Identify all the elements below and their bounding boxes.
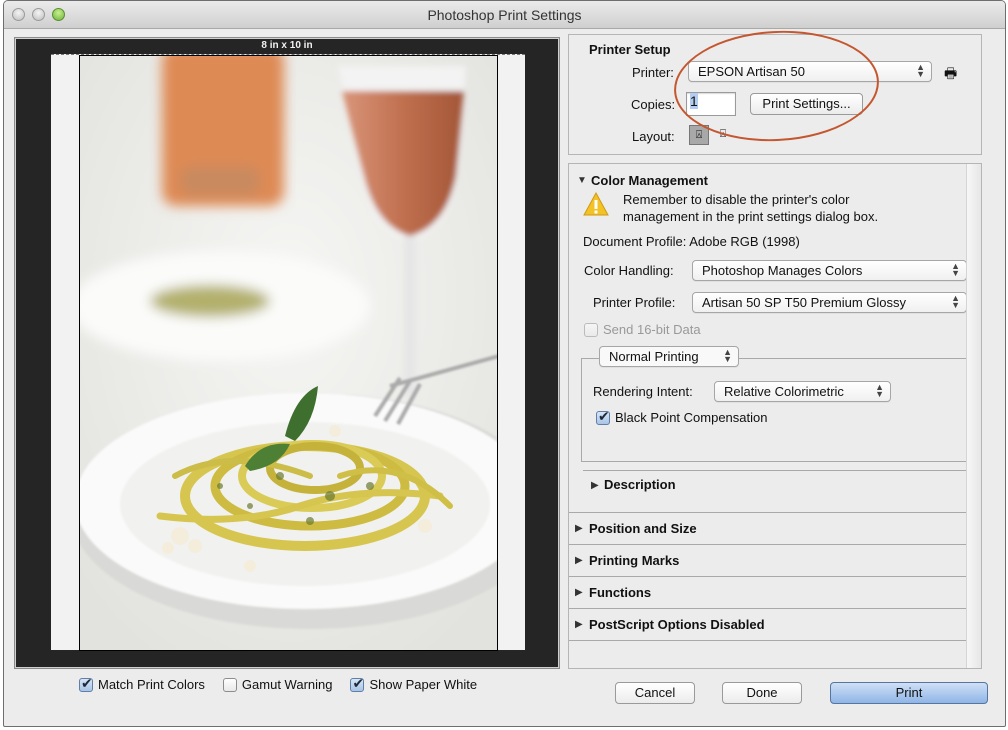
black-point-option[interactable]: Black Point Compensation: [596, 408, 768, 425]
document-profile-text: Document Profile: Adobe RGB (1998): [583, 234, 800, 249]
printer-profile-select[interactable]: Artisan 50 SP T50 Premium Glossy ▲ ▼: [692, 292, 967, 313]
printing-mode-select[interactable]: Normal Printing ▲ ▼: [599, 346, 739, 367]
paper-sheet: [51, 54, 525, 651]
warning-text-line1: Remember to disable the printer's color: [623, 192, 850, 207]
printer-profile-value: Artisan 50 SP T50 Premium Glossy: [702, 295, 906, 310]
layout-label: Layout:: [632, 129, 675, 144]
done-button[interactable]: Done: [722, 682, 802, 704]
section-position-size[interactable]: ▶ Position and Size: [569, 512, 967, 544]
gamut-warning-option[interactable]: Gamut Warning: [222, 677, 333, 692]
color-management-title[interactable]: Color Management: [591, 173, 708, 188]
gamut-warning-label: Gamut Warning: [241, 677, 333, 692]
cancel-button[interactable]: Cancel: [615, 682, 695, 704]
printer-setup-panel: Printer Setup Printer: EPSON Artisan 50 …: [568, 34, 982, 155]
section-label: Position and Size: [589, 521, 697, 536]
warning-icon: [583, 192, 609, 216]
preview-image[interactable]: [79, 55, 498, 651]
section-label: Printing Marks: [589, 553, 680, 568]
layout-landscape-icon[interactable]: ⍓: [713, 125, 733, 145]
warning-text-line2: management in the print settings dialog …: [623, 209, 879, 224]
print-settings-button[interactable]: Print Settings...: [750, 93, 863, 115]
preview-options: Match Print Colors Gamut Warning Show Pa…: [79, 675, 478, 692]
rendering-intent-value: Relative Colorimetric: [724, 384, 844, 399]
paper-size-label: 8 in x 10 in: [261, 40, 313, 51]
copies-input[interactable]: 1: [686, 92, 736, 116]
send-16bit-checkbox: [584, 322, 598, 337]
section-functions[interactable]: ▶ Functions: [569, 576, 967, 608]
rendering-intent-select[interactable]: Relative Colorimetric ▲ ▼: [714, 381, 891, 402]
show-paper-white-option[interactable]: Show Paper White: [350, 675, 478, 692]
show-paper-white-checkbox[interactable]: [350, 675, 365, 692]
disclosure-closed-icon[interactable]: ▶: [591, 480, 599, 491]
pasta-photo: [80, 56, 497, 650]
popup-arrows-icon: ▲ ▼: [723, 347, 732, 364]
title-bar[interactable]: Photoshop Print Settings: [4, 1, 1005, 29]
divider: [583, 470, 971, 471]
print-preview: 8 in x 10 in: [14, 37, 560, 669]
printing-mode-value: Normal Printing: [609, 349, 699, 364]
copies-value: 1: [690, 93, 698, 109]
printer-add-icon[interactable]: 🖶: [944, 63, 957, 87]
section-printing-marks[interactable]: ▶ Printing Marks: [569, 544, 967, 576]
vertical-scrollbar[interactable]: [966, 164, 981, 668]
color-handling-value: Photoshop Manages Colors: [702, 263, 863, 278]
popup-arrows-icon: ▲ ▼: [951, 293, 960, 310]
settings-scroll-area[interactable]: ▼ Color Management Remember to disable t…: [568, 163, 982, 669]
print-button[interactable]: Print: [830, 682, 988, 704]
printer-label: Printer:: [632, 65, 674, 80]
section-label: Functions: [589, 585, 652, 600]
printer-profile-label: Printer Profile:: [593, 295, 676, 310]
show-paper-white-label: Show Paper White: [369, 677, 478, 692]
disclosure-closed-icon: ▶: [575, 555, 583, 566]
color-handling-select[interactable]: Photoshop Manages Colors ▲ ▼: [692, 260, 967, 281]
section-postscript-options[interactable]: ▶ PostScript Options Disabled: [569, 608, 967, 640]
send-16bit-label: Send 16-bit Data: [603, 322, 701, 337]
black-point-label: Black Point Compensation: [615, 410, 768, 425]
match-print-colors-label: Match Print Colors: [98, 677, 205, 692]
match-print-colors-option[interactable]: Match Print Colors: [79, 675, 205, 692]
popup-arrows-icon: ▲ ▼: [951, 261, 960, 278]
print-settings-window: Photoshop Print Settings 8 in x 10 in ✔ …: [3, 0, 1006, 727]
send-16bit-option: Send 16-bit Data: [584, 322, 701, 337]
black-point-checkbox[interactable]: [596, 408, 610, 425]
printer-setup-title: Printer Setup: [589, 42, 671, 57]
section-label: PostScript Options Disabled: [589, 617, 765, 632]
disclosure-closed-icon: ▶: [575, 587, 583, 598]
match-print-colors-checkbox[interactable]: [79, 675, 93, 692]
window-title: Photoshop Print Settings: [427, 7, 582, 23]
popup-arrows-icon: ▲ ▼: [916, 62, 925, 79]
description-toggle[interactable]: Description: [604, 477, 676, 492]
copies-label: Copies:: [631, 97, 676, 112]
disclosure-open-icon[interactable]: ▼: [577, 175, 587, 186]
divider: [569, 640, 967, 641]
color-handling-label: Color Handling:: [584, 263, 674, 278]
disclosure-closed-icon: ▶: [575, 523, 583, 534]
gamut-warning-checkbox[interactable]: [222, 677, 237, 692]
disclosure-closed-icon: ▶: [575, 619, 583, 630]
printer-select[interactable]: EPSON Artisan 50 ▲ ▼: [688, 61, 932, 82]
printer-select-value: EPSON Artisan 50: [698, 64, 805, 79]
popup-arrows-icon: ▲ ▼: [875, 382, 884, 399]
layout-portrait-icon[interactable]: ⍓: [689, 125, 709, 145]
rendering-intent-label: Rendering Intent:: [593, 384, 693, 399]
